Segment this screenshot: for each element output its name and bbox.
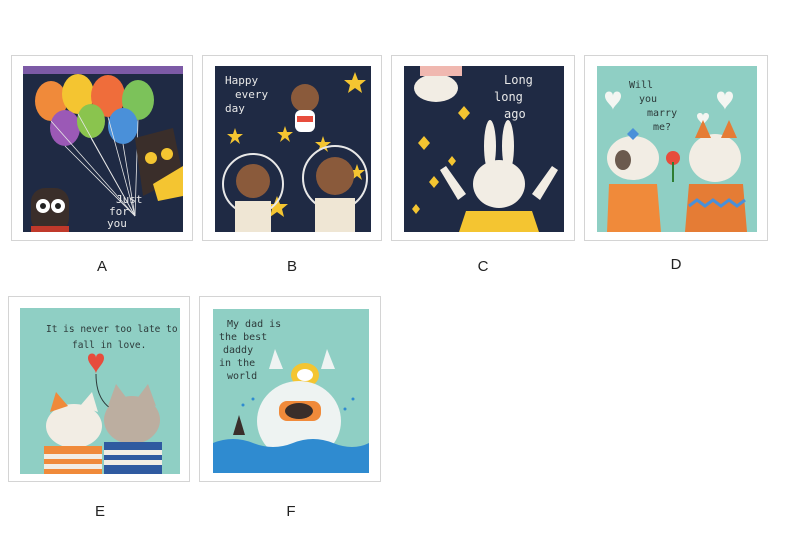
curtain-a-image: Just for you xyxy=(23,66,183,232)
svg-text:daddy: daddy xyxy=(223,345,253,356)
svg-text:marry: marry xyxy=(647,108,677,119)
curtain-c-image: Long long ago xyxy=(404,66,564,232)
option-label-d: D xyxy=(670,256,682,273)
svg-text:fall in love.: fall in love. xyxy=(72,340,146,351)
diamond-icon xyxy=(412,106,470,214)
option-label-a: A xyxy=(96,258,107,275)
option-label-b: B xyxy=(286,258,297,275)
owl-icon xyxy=(31,188,69,232)
heart-icon xyxy=(88,353,104,374)
fox-icon xyxy=(685,120,747,232)
astronaut-bear-icon xyxy=(222,153,284,232)
rabbit-icon xyxy=(414,66,462,102)
option-card-d[interactable]: Will you marry me? xyxy=(584,55,768,241)
cat-icon xyxy=(104,384,162,474)
cat-icon xyxy=(44,392,102,474)
curtain-e-image: It is never too late to fall in love. xyxy=(20,308,180,474)
option-label-e: E xyxy=(94,503,105,520)
svg-text:me?: me? xyxy=(653,122,671,133)
option-card-a[interactable]: Just for you xyxy=(11,55,193,241)
svg-text:the best: the best xyxy=(219,332,267,343)
balloon-icon xyxy=(35,74,154,146)
svg-text:day: day xyxy=(225,102,245,115)
svg-text:you: you xyxy=(639,94,657,105)
owl-icon xyxy=(135,128,183,201)
flower-icon xyxy=(666,151,680,182)
svg-text:in the: in the xyxy=(219,358,255,369)
svg-text:every: every xyxy=(235,88,268,101)
option-label-c: C xyxy=(477,258,489,275)
svg-text:Long: Long xyxy=(504,73,533,87)
astronaut-bear-icon xyxy=(302,145,368,232)
curtain-b-image: Happy every day xyxy=(215,66,371,232)
curtain-d-image: Will you marry me? xyxy=(597,66,757,232)
svg-text:you: you xyxy=(107,217,127,230)
svg-text:Happy: Happy xyxy=(225,74,258,87)
svg-text:world: world xyxy=(227,371,257,382)
svg-text:long: long xyxy=(494,90,523,104)
option-card-b[interactable]: Happy every day xyxy=(202,55,382,241)
bear-icon xyxy=(291,84,319,132)
dog-icon xyxy=(607,128,661,232)
svg-text:It is never too late to: It is never too late to xyxy=(46,324,178,335)
svg-text:Will: Will xyxy=(629,80,653,91)
svg-text:ago: ago xyxy=(504,107,526,121)
option-card-f[interactable]: My dad is the best daddy in the world xyxy=(199,296,381,482)
svg-text:My dad is: My dad is xyxy=(227,319,281,330)
option-card-e[interactable]: It is never too late to fall in love. xyxy=(8,296,190,482)
curtain-f-image: My dad is the best daddy in the world xyxy=(213,309,369,473)
rabbit-icon xyxy=(440,120,558,232)
water-wave xyxy=(213,439,369,473)
option-label-f: F xyxy=(286,503,296,520)
option-card-c[interactable]: Long long ago xyxy=(391,55,575,241)
